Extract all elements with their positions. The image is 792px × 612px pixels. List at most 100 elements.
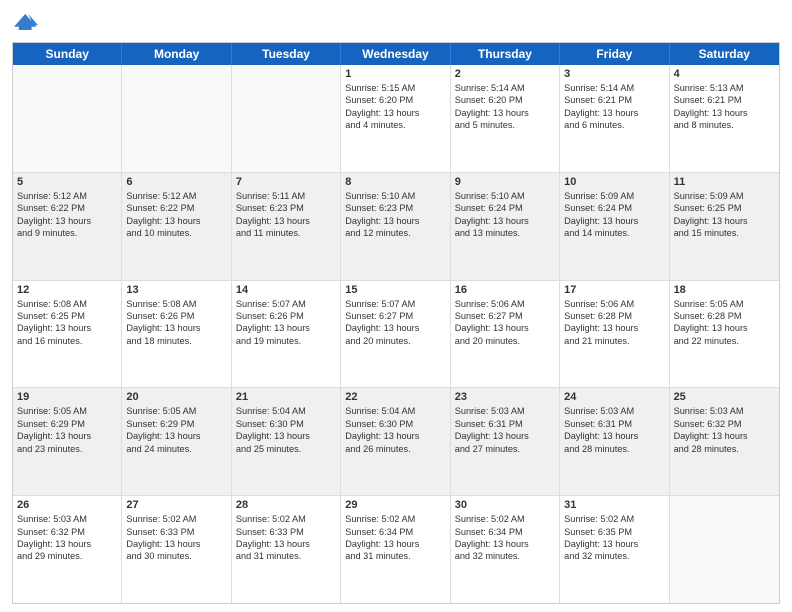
cell-info-line: Sunrise: 5:05 AM — [674, 298, 775, 310]
cell-info-line: Sunrise: 5:05 AM — [126, 405, 226, 417]
day-number: 27 — [126, 499, 226, 511]
day-number: 19 — [17, 391, 117, 403]
day-number: 30 — [455, 499, 555, 511]
cell-info-line: Sunrise: 5:05 AM — [17, 405, 117, 417]
cell-info-line: and 10 minutes. — [126, 227, 226, 239]
cell-info-line: Sunset: 6:23 PM — [345, 202, 445, 214]
day-number: 22 — [345, 391, 445, 403]
cell-info-line: Daylight: 13 hours — [345, 107, 445, 119]
cell-info-line: Sunset: 6:24 PM — [564, 202, 664, 214]
day-number: 20 — [126, 391, 226, 403]
cell-info-line: Sunset: 6:32 PM — [674, 418, 775, 430]
cell-info-line: Daylight: 13 hours — [126, 215, 226, 227]
day-number: 4 — [674, 68, 775, 80]
cell-info-line: Sunset: 6:30 PM — [236, 418, 336, 430]
calendar-cell: 24Sunrise: 5:03 AMSunset: 6:31 PMDayligh… — [560, 388, 669, 495]
cell-info-line: Daylight: 13 hours — [126, 322, 226, 334]
calendar-cell — [232, 65, 341, 172]
day-number: 21 — [236, 391, 336, 403]
cell-info-line: and 22 minutes. — [674, 335, 775, 347]
day-number: 25 — [674, 391, 775, 403]
day-number: 18 — [674, 284, 775, 296]
cell-info-line: and 30 minutes. — [126, 550, 226, 562]
calendar-cell: 12Sunrise: 5:08 AMSunset: 6:25 PMDayligh… — [13, 281, 122, 388]
cell-info-line: Daylight: 13 hours — [236, 538, 336, 550]
cell-info-line: and 32 minutes. — [455, 550, 555, 562]
cell-info-line: Sunset: 6:22 PM — [17, 202, 117, 214]
logo-text — [12, 10, 38, 34]
cell-info-line: and 6 minutes. — [564, 119, 664, 131]
cell-info-line: Sunrise: 5:08 AM — [17, 298, 117, 310]
cell-info-line: Sunrise: 5:13 AM — [674, 82, 775, 94]
day-number: 16 — [455, 284, 555, 296]
cell-info-line: Daylight: 13 hours — [455, 215, 555, 227]
cell-info-line: Sunrise: 5:10 AM — [345, 190, 445, 202]
cell-info-line: and 31 minutes. — [345, 550, 445, 562]
calendar-cell: 9Sunrise: 5:10 AMSunset: 6:24 PMDaylight… — [451, 173, 560, 280]
day-number: 14 — [236, 284, 336, 296]
cell-info-line: Daylight: 13 hours — [455, 107, 555, 119]
calendar-cell: 27Sunrise: 5:02 AMSunset: 6:33 PMDayligh… — [122, 496, 231, 603]
cell-info-line: and 15 minutes. — [674, 227, 775, 239]
page-container: SundayMondayTuesdayWednesdayThursdayFrid… — [0, 0, 792, 612]
header-cell-wednesday: Wednesday — [341, 43, 450, 65]
cell-info-line: Sunset: 6:20 PM — [345, 94, 445, 106]
day-number: 11 — [674, 176, 775, 188]
cell-info-line: Daylight: 13 hours — [345, 538, 445, 550]
day-number: 28 — [236, 499, 336, 511]
cell-info-line: and 29 minutes. — [17, 550, 117, 562]
cell-info-line: Sunset: 6:26 PM — [236, 310, 336, 322]
calendar-cell: 13Sunrise: 5:08 AMSunset: 6:26 PMDayligh… — [122, 281, 231, 388]
calendar-row: 12Sunrise: 5:08 AMSunset: 6:25 PMDayligh… — [13, 281, 779, 389]
cell-info-line: Daylight: 13 hours — [564, 322, 664, 334]
cell-info-line: Sunset: 6:25 PM — [674, 202, 775, 214]
calendar-row: 19Sunrise: 5:05 AMSunset: 6:29 PMDayligh… — [13, 388, 779, 496]
calendar-cell: 3Sunrise: 5:14 AMSunset: 6:21 PMDaylight… — [560, 65, 669, 172]
cell-info-line: Daylight: 13 hours — [17, 322, 117, 334]
day-number: 31 — [564, 499, 664, 511]
calendar-cell: 20Sunrise: 5:05 AMSunset: 6:29 PMDayligh… — [122, 388, 231, 495]
cell-info-line: Daylight: 13 hours — [674, 215, 775, 227]
cell-info-line: Sunset: 6:28 PM — [674, 310, 775, 322]
calendar-row: 5Sunrise: 5:12 AMSunset: 6:22 PMDaylight… — [13, 173, 779, 281]
cell-info-line: and 13 minutes. — [455, 227, 555, 239]
calendar-cell — [13, 65, 122, 172]
calendar-cell: 19Sunrise: 5:05 AMSunset: 6:29 PMDayligh… — [13, 388, 122, 495]
cell-info-line: Sunset: 6:33 PM — [126, 526, 226, 538]
cell-info-line: Sunset: 6:27 PM — [345, 310, 445, 322]
cell-info-line: Sunset: 6:29 PM — [17, 418, 117, 430]
header-cell-tuesday: Tuesday — [232, 43, 341, 65]
day-number: 13 — [126, 284, 226, 296]
calendar-cell: 23Sunrise: 5:03 AMSunset: 6:31 PMDayligh… — [451, 388, 560, 495]
cell-info-line: and 28 minutes. — [564, 443, 664, 455]
header-cell-friday: Friday — [560, 43, 669, 65]
cell-info-line: Sunset: 6:32 PM — [17, 526, 117, 538]
cell-info-line: Sunrise: 5:15 AM — [345, 82, 445, 94]
cell-info-line: and 9 minutes. — [17, 227, 117, 239]
cell-info-line: Sunrise: 5:08 AM — [126, 298, 226, 310]
cell-info-line: Daylight: 13 hours — [126, 430, 226, 442]
header-cell-saturday: Saturday — [670, 43, 779, 65]
calendar-cell: 5Sunrise: 5:12 AMSunset: 6:22 PMDaylight… — [13, 173, 122, 280]
cell-info-line: Daylight: 13 hours — [17, 215, 117, 227]
cell-info-line: and 11 minutes. — [236, 227, 336, 239]
calendar-row: 26Sunrise: 5:03 AMSunset: 6:32 PMDayligh… — [13, 496, 779, 603]
header-cell-monday: Monday — [122, 43, 231, 65]
cell-info-line: Sunset: 6:28 PM — [564, 310, 664, 322]
cell-info-line: Daylight: 13 hours — [345, 322, 445, 334]
cell-info-line: and 20 minutes. — [455, 335, 555, 347]
cell-info-line: Sunrise: 5:09 AM — [564, 190, 664, 202]
cell-info-line: Daylight: 13 hours — [564, 538, 664, 550]
cell-info-line: Sunrise: 5:06 AM — [564, 298, 664, 310]
cell-info-line: Sunset: 6:33 PM — [236, 526, 336, 538]
cell-info-line: Daylight: 13 hours — [564, 430, 664, 442]
calendar-cell: 14Sunrise: 5:07 AMSunset: 6:26 PMDayligh… — [232, 281, 341, 388]
cell-info-line: Sunrise: 5:06 AM — [455, 298, 555, 310]
cell-info-line: and 28 minutes. — [674, 443, 775, 455]
day-number: 10 — [564, 176, 664, 188]
cell-info-line: Daylight: 13 hours — [345, 430, 445, 442]
cell-info-line: Daylight: 13 hours — [236, 430, 336, 442]
cell-info-line: Daylight: 13 hours — [455, 430, 555, 442]
cell-info-line: and 21 minutes. — [564, 335, 664, 347]
cell-info-line: Daylight: 13 hours — [674, 322, 775, 334]
